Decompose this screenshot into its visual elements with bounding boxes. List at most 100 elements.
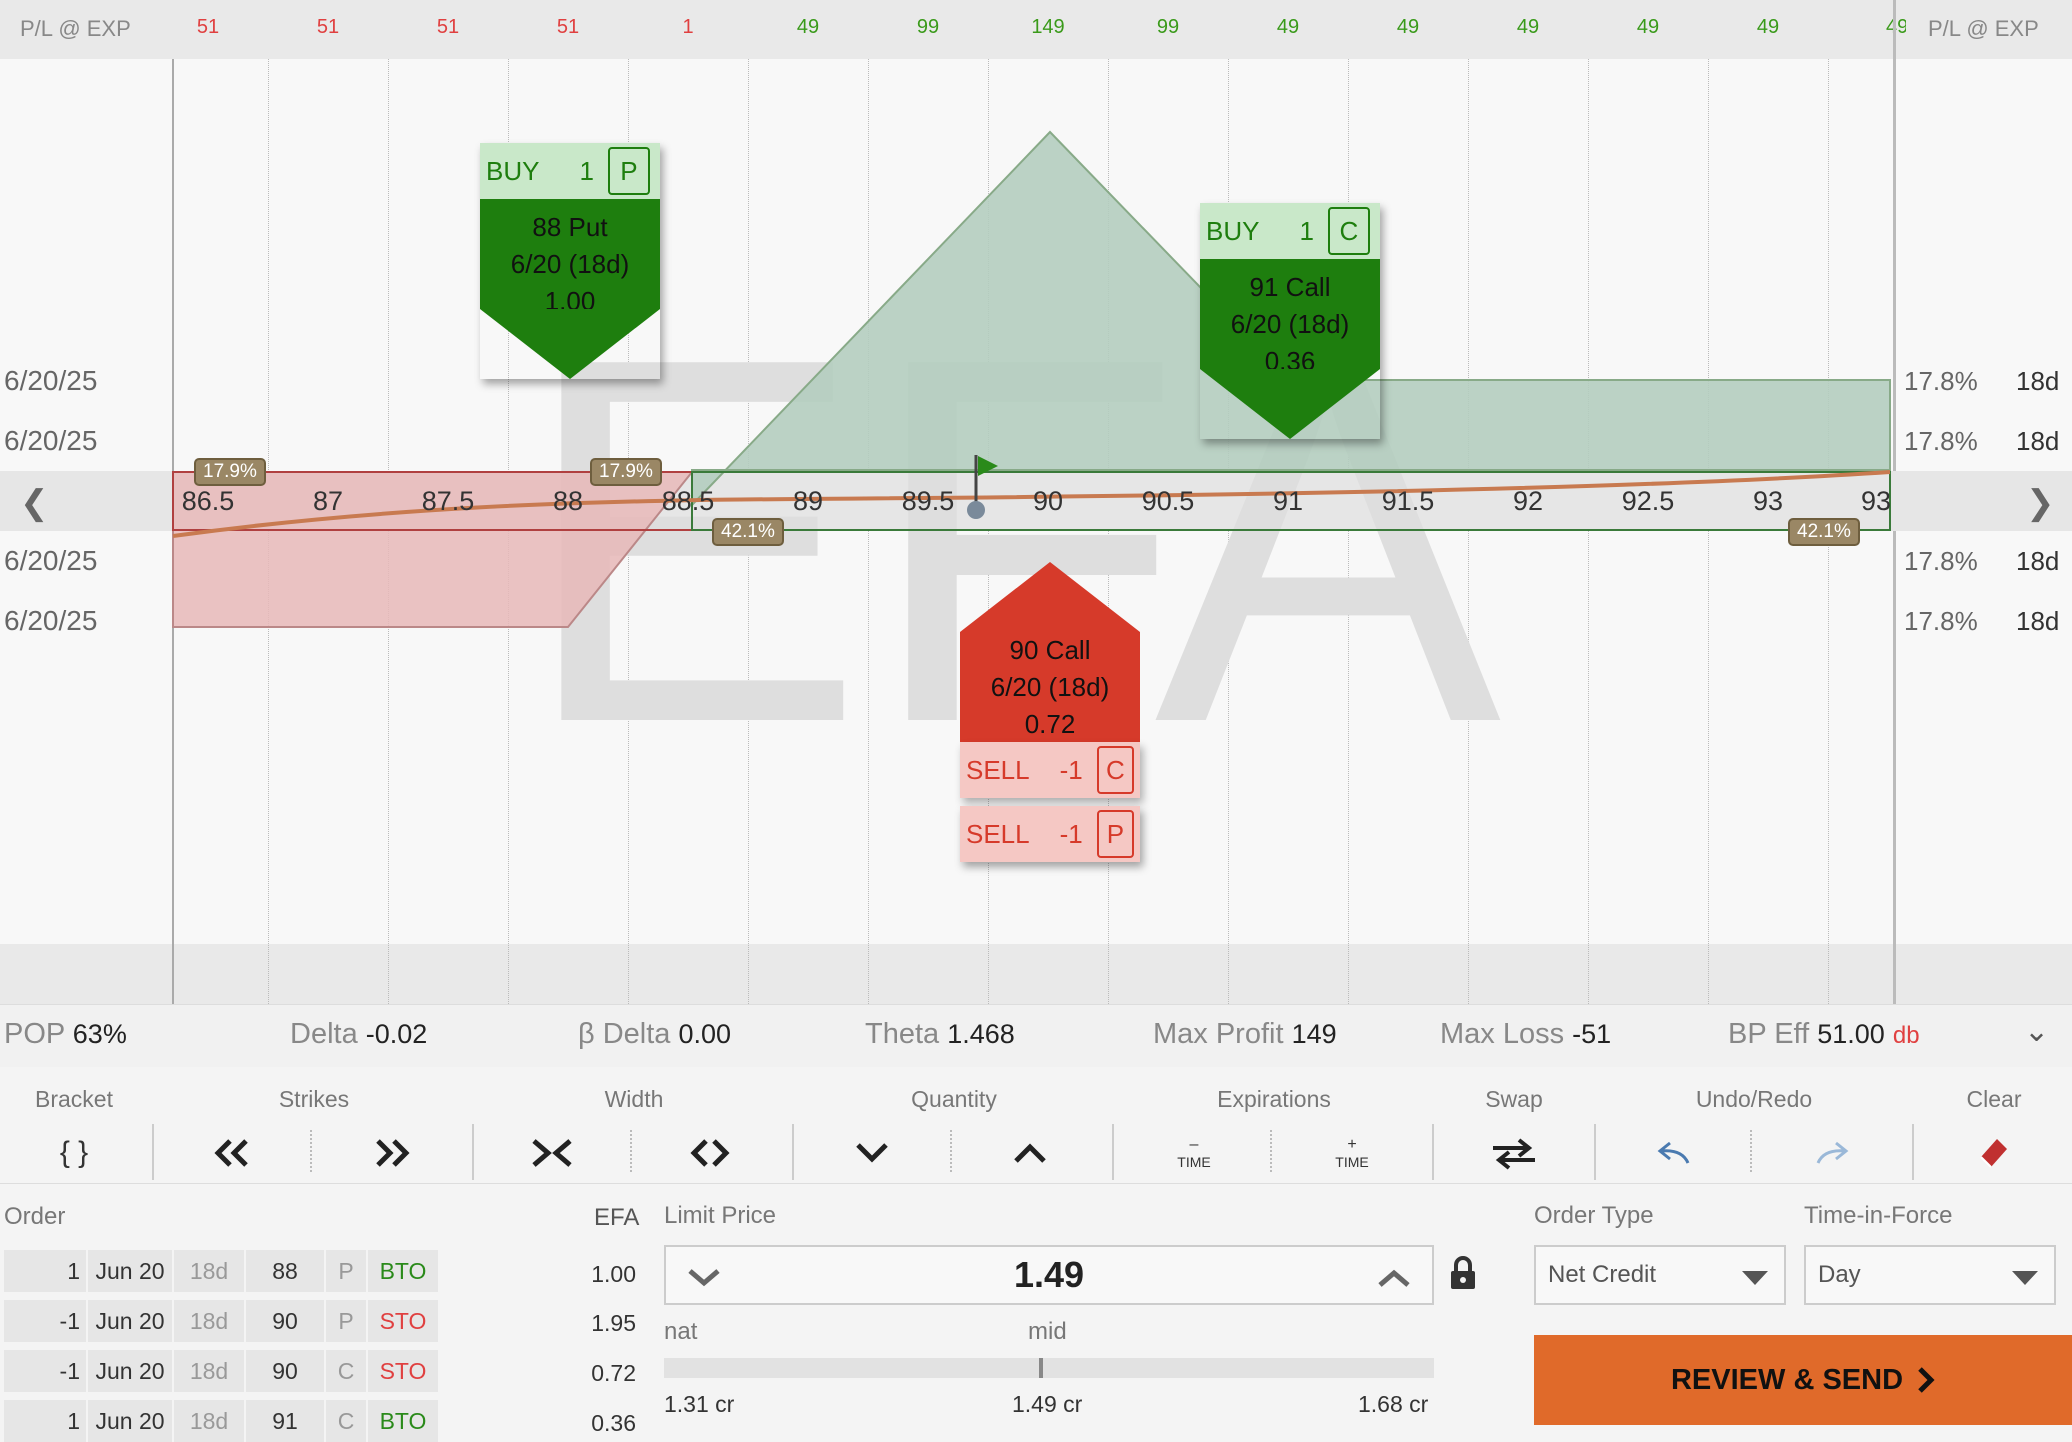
leg-expiry-month: Jun 20 — [88, 1300, 172, 1342]
expiry-date-label: 6/20/25 — [4, 545, 98, 576]
undo-button[interactable] — [1624, 1125, 1724, 1181]
divider — [472, 1124, 474, 1180]
leg-qty: 1 — [4, 1400, 86, 1442]
leg-expiry: 6/20 (18d) — [510, 249, 630, 279]
bracket-label: Bracket — [35, 1086, 113, 1112]
leg-strike: 90 — [246, 1300, 324, 1342]
redo-button[interactable] — [1782, 1125, 1882, 1181]
probability-badge: 42.1% — [1788, 518, 1860, 546]
leg-dte: 18d — [174, 1250, 244, 1292]
clear-button[interactable] — [1944, 1125, 2044, 1181]
clear-label: Clear — [1966, 1086, 2022, 1112]
leg-card-sell-call[interactable]: 90 Call 6/20 (18d) 0.72 SELL -1 C — [960, 562, 1140, 798]
plus-icon: + — [1347, 1136, 1357, 1153]
leg-price: 0.72 — [1024, 709, 1076, 739]
probability-badge: 17.9% — [194, 458, 266, 486]
order-leg-row[interactable]: -1 Jun 20 18d 90 P STO — [4, 1300, 440, 1342]
expiry-date-label: 6/20/25 — [4, 425, 98, 456]
order-leg-row[interactable]: 1 Jun 20 18d 88 P BTO — [4, 1250, 440, 1292]
minus-icon: – — [1189, 1136, 1199, 1153]
leg-pointer — [960, 562, 1140, 632]
limit-price-value[interactable]: 1.49 — [1014, 1254, 1084, 1296]
width-label: Width — [604, 1086, 664, 1112]
order-type-value: Net Credit — [1548, 1261, 1657, 1288]
swap-label: Swap — [1485, 1086, 1543, 1112]
delta-value: -0.02 — [365, 1019, 428, 1049]
quantity-down-button[interactable] — [822, 1125, 922, 1181]
mid-price: 1.49 cr — [1012, 1391, 1083, 1417]
leg-card-buy-put[interactable]: BUY 1 P 88 Put 6/20 (18d) 1.00 — [480, 143, 660, 379]
strikes-up-button[interactable] — [342, 1125, 442, 1181]
nat-price: 1.31 cr — [664, 1391, 735, 1417]
bracket-button[interactable]: { } — [24, 1125, 124, 1181]
divider — [1112, 1124, 1114, 1180]
leg-card-sell-put[interactable]: SELL -1 P — [960, 806, 1140, 862]
width-widen-button[interactable] — [660, 1125, 760, 1181]
limit-price-input[interactable]: 1.49 — [664, 1245, 1434, 1305]
leg-type-tag[interactable]: C — [1096, 746, 1134, 794]
leg-type-tag[interactable]: P — [1096, 810, 1134, 858]
leg-card-buy-call[interactable]: BUY 1 C 91 Call 6/20 (18d) 0.36 — [1200, 203, 1380, 439]
order-leg-row[interactable]: -1 Jun 20 18d 90 C STO — [4, 1350, 440, 1392]
leg-expiry: 6/20 (18d) — [1230, 309, 1350, 339]
leg-action: BUY — [486, 155, 540, 186]
undo-icon — [1657, 1141, 1690, 1164]
strike-label: 86.5 — [181, 486, 235, 516]
delta-label: Delta — [290, 1018, 358, 1050]
leg-expiry-month: Jun 20 — [88, 1350, 172, 1392]
bp-effect-suffix: db — [1892, 1022, 1920, 1049]
order-type-select[interactable]: Net Credit — [1534, 1245, 1786, 1305]
divider — [1594, 1124, 1596, 1180]
strike-label: 93 — [1752, 486, 1784, 516]
leg-dte: 18d — [174, 1350, 244, 1392]
expiration-earlier-button[interactable]: – TIME — [1144, 1125, 1244, 1181]
leg-qty: -1 — [4, 1300, 86, 1342]
leg-quantity: -1 — [1059, 818, 1083, 849]
price-slider-thumb[interactable] — [1039, 1358, 1044, 1378]
strike-label: 90.5 — [1141, 486, 1195, 516]
probability-badge: 17.9% — [590, 458, 662, 486]
quantity-label: Quantity — [911, 1086, 997, 1112]
probability-label: 17.8% — [1904, 606, 1978, 636]
price-slider[interactable] — [664, 1358, 1434, 1378]
time-in-force-label: Time-in-Force — [1804, 1202, 1953, 1229]
pop-value: 63% — [72, 1019, 127, 1049]
chevron-up-icon[interactable] — [1376, 1265, 1412, 1289]
order-label: Order — [4, 1203, 66, 1230]
leg-description: 91 Call — [1249, 272, 1331, 302]
swap-button[interactable] — [1464, 1125, 1564, 1181]
divider — [792, 1124, 794, 1180]
undo-redo-label: Undo/Redo — [1695, 1086, 1813, 1112]
quantity-up-button[interactable] — [980, 1125, 1080, 1181]
chevron-down-icon[interactable]: ⌄ — [2024, 1014, 2049, 1049]
leg-type-tag[interactable]: C — [1327, 207, 1370, 255]
max-loss-stat: Max Loss -51 — [1440, 1018, 1611, 1051]
strike-label: 91 — [1272, 486, 1304, 516]
bp-effect-value: 51.00 — [1817, 1019, 1885, 1049]
strikes-down-button[interactable] — [182, 1125, 282, 1181]
leg-price: 1.95 — [591, 1310, 636, 1336]
time-in-force-select[interactable]: Day — [1804, 1245, 2056, 1305]
probability-label: 17.8% — [1904, 546, 1978, 576]
bracket-icon: { } — [59, 1136, 89, 1169]
divider — [152, 1124, 154, 1180]
lock-icon[interactable] — [1448, 1255, 1478, 1291]
divider — [950, 1130, 952, 1172]
theta-label: Theta — [865, 1018, 940, 1050]
leg-pointer — [480, 309, 660, 379]
leg-strike: 90 — [246, 1350, 324, 1392]
expiration-later-button[interactable]: + TIME — [1302, 1125, 1402, 1181]
max-profit-value: 149 — [1291, 1019, 1337, 1049]
leg-type-tag[interactable]: P — [607, 147, 650, 195]
chevron-down-icon[interactable] — [686, 1265, 722, 1289]
days-to-expiry-label: 18d — [2016, 546, 2060, 576]
days-to-expiry-label: 18d — [2016, 366, 2060, 396]
leg-header: BUY 1 P — [480, 143, 660, 199]
leg-header: BUY 1 C — [1200, 203, 1380, 259]
width-narrow-button[interactable] — [502, 1125, 602, 1181]
review-and-send-button[interactable]: REVIEW & SEND — [1534, 1335, 2072, 1425]
leg-type: C — [326, 1400, 366, 1442]
leg-price: 1.00 — [591, 1261, 636, 1287]
order-leg-row[interactable]: 1 Jun 20 18d 91 C BTO — [4, 1400, 440, 1442]
caret-down-icon — [2012, 1271, 2038, 1285]
